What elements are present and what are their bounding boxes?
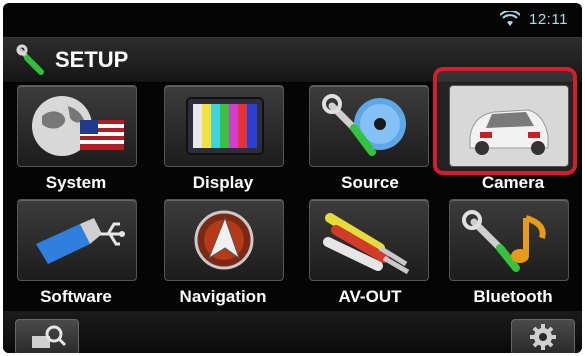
- page-title: SETUP: [55, 47, 129, 72]
- tile-bluetooth[interactable]: [449, 199, 569, 281]
- tile-label: Software: [40, 287, 112, 306]
- tile-system[interactable]: [17, 85, 137, 167]
- compass-arrow-icon: [194, 210, 254, 270]
- bottom-bar: [3, 311, 582, 353]
- globe-flag-icon: [32, 96, 124, 156]
- status-bar: 12:11: [3, 3, 582, 33]
- color-bars-tv-icon: [186, 97, 264, 155]
- tile-source[interactable]: [309, 85, 429, 167]
- disc-wrench-icon: [322, 94, 406, 156]
- tile-label: Camera: [481, 173, 545, 192]
- setup-screen: 12:11 SETUP System Display Source Camera…: [3, 3, 582, 353]
- clock: 12:11: [529, 11, 568, 28]
- tile-av-out[interactable]: [309, 199, 429, 281]
- tile-label: Bluetooth: [473, 287, 553, 306]
- tile-navigation[interactable]: [164, 199, 284, 281]
- tile-label: Navigation: [179, 287, 267, 306]
- car-rear-camera-icon: [450, 86, 568, 166]
- tile-camera[interactable]: [449, 85, 569, 167]
- rca-cables-icon: [323, 213, 410, 275]
- tile-label: AV-OUT: [338, 287, 402, 306]
- tile-label: Source: [341, 173, 399, 192]
- screen-adjust-button[interactable]: [15, 319, 79, 353]
- usb-drive-icon: [36, 218, 125, 264]
- tile-display[interactable]: [164, 85, 284, 167]
- settings-button[interactable]: [511, 319, 575, 353]
- search-zoom-icon: [32, 325, 67, 348]
- wifi-icon: [500, 11, 520, 26]
- tile-label: Display: [192, 173, 254, 192]
- wrench-icon: [16, 44, 44, 75]
- bluetooth-music-icon: [462, 210, 546, 272]
- tile-label: System: [45, 173, 107, 192]
- gear-icon: [530, 324, 556, 350]
- tile-software[interactable]: [17, 199, 137, 281]
